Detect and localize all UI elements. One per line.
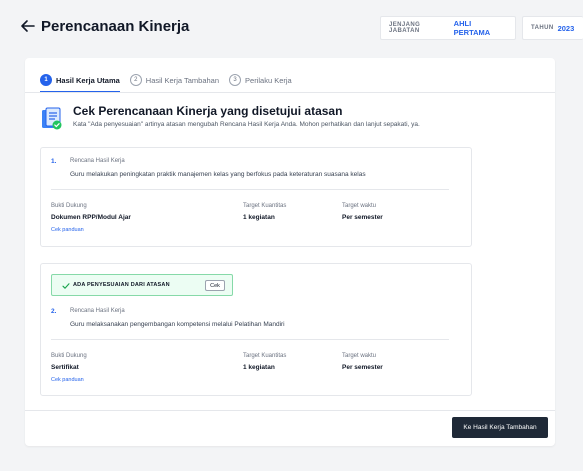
tab-step-number: 1: [40, 74, 52, 86]
year-value: 2023: [557, 23, 575, 33]
year-info: TAHUN 2023: [522, 16, 583, 40]
check-adjustment-button[interactable]: Cek: [205, 280, 225, 291]
job-level-value: AHLI PERTAMA: [453, 19, 491, 37]
section-description: Kata "Ada penyesuaian" artinya atasan me…: [73, 121, 420, 128]
year-label: TAHUN: [531, 25, 554, 31]
item-number: 1.: [51, 158, 57, 165]
quantity-label: Target Kuantitas: [243, 353, 287, 359]
step-tabs: 1 Hasil Kerja Utama 2 Hasil Kerja Tambah…: [40, 68, 292, 93]
job-level-info: JENJANG JABATAN AHLI PERTAMA: [380, 16, 516, 40]
section-heading: Cek Perencanaan Kinerja yang disetujui a…: [73, 104, 343, 118]
evidence-label: Bukti Dukung: [51, 203, 87, 209]
tab-step-number: 2: [129, 74, 142, 86]
item-caption: Rencana Hasil Kerja: [70, 308, 125, 314]
item-caption: Rencana Hasil Kerja: [70, 158, 125, 164]
tab-perilaku-kerja[interactable]: 3 Perilaku Kerja: [229, 68, 292, 92]
time-label: Target waktu: [342, 353, 377, 359]
tab-label: Perilaku Kerja: [245, 75, 292, 85]
quantity-value: 1 kegiatan: [243, 214, 275, 221]
adjustment-badge: ADA PENYESUAIAN DARI ATASAN Cek: [51, 274, 233, 296]
tab-label: Hasil Kerja Utama: [56, 75, 120, 85]
check-icon: [62, 283, 70, 289]
work-plan-item: ADA PENYESUAIAN DARI ATASAN Cek 2. Renca…: [40, 263, 472, 396]
back-arrow-icon[interactable]: [20, 18, 36, 34]
item-divider: [51, 339, 449, 340]
next-step-button[interactable]: Ke Hasil Kerja Tambahan: [452, 417, 548, 438]
guide-link[interactable]: Cek panduan: [51, 377, 84, 383]
tab-step-number: 3: [229, 74, 242, 86]
tab-hasil-kerja-utama[interactable]: 1 Hasil Kerja Utama: [40, 68, 120, 93]
document-check-icon: [42, 107, 62, 130]
footer-divider: [25, 410, 555, 411]
tab-divider: [25, 92, 555, 93]
evidence-label: Bukti Dukung: [51, 353, 87, 359]
guide-link[interactable]: Cek panduan: [51, 227, 84, 233]
main-card: 1 Hasil Kerja Utama 2 Hasil Kerja Tambah…: [25, 58, 555, 446]
evidence-value: Sertifikat: [51, 364, 79, 371]
tab-label: Hasil Kerja Tambahan: [145, 75, 220, 85]
time-label: Target waktu: [342, 203, 377, 209]
item-text: Guru melaksanakan pengembangan kompetens…: [70, 321, 285, 328]
tab-hasil-kerja-tambahan[interactable]: 2 Hasil Kerja Tambahan: [129, 68, 220, 92]
time-value: Per semester: [342, 214, 383, 221]
job-level-label: JENJANG JABATAN: [389, 22, 421, 34]
adjustment-text: ADA PENYESUAIAN DARI ATASAN: [73, 282, 170, 288]
quantity-label: Target Kuantitas: [243, 203, 287, 209]
work-plan-item: 1. Rencana Hasil Kerja Guru melakukan pe…: [40, 147, 472, 247]
item-divider: [51, 189, 449, 190]
item-number: 2.: [51, 308, 57, 315]
page-title: Perencanaan Kinerja: [41, 18, 190, 35]
item-text: Guru melakukan peningkatan praktik manaj…: [70, 171, 366, 178]
quantity-value: 1 kegiatan: [243, 364, 275, 371]
evidence-value: Dokumen RPP/Modul Ajar: [51, 214, 131, 221]
time-value: Per semester: [342, 364, 383, 371]
